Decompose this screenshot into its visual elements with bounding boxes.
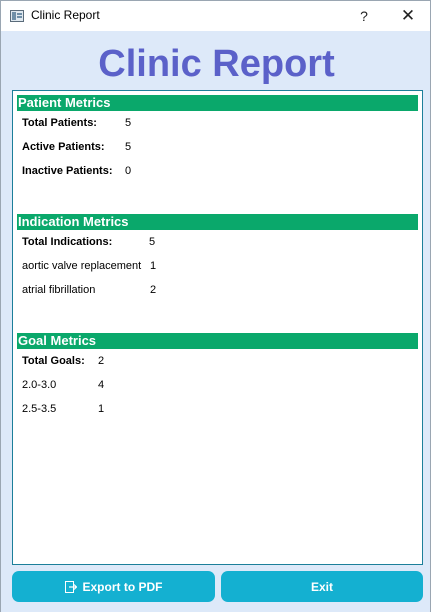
indication-value: 1 [150,260,157,272]
goal-value: 4 [98,379,105,391]
window-icon [10,10,24,22]
total-indications-value: 5 [149,236,156,248]
close-button[interactable]: ✕ [393,4,423,28]
help-button[interactable]: ? [351,4,377,28]
indication-label: aortic valve replacement [22,260,142,272]
indication-metrics-header: Indication Metrics [17,214,418,230]
exit-button[interactable]: Exit [221,571,423,602]
export-icon [64,580,77,593]
indication-label: atrial fibrillation [22,284,96,296]
active-patients-value: 5 [125,141,132,153]
total-goals-value: 2 [98,355,105,367]
export-to-pdf-button[interactable]: Export to PDF [12,571,215,602]
report-title: Clinic Report [98,43,335,85]
window-title: Clinic Report [31,8,100,22]
goal-label: 2.0-3.0 [22,379,57,391]
total-patients-value: 5 [125,117,132,129]
indication-value: 2 [150,284,157,296]
total-indications-label: Total Indications: [22,236,113,248]
inactive-patients-label: Inactive Patients: [22,165,113,177]
exit-button-label: Exit [310,579,333,594]
inactive-patients-value: 0 [125,165,132,177]
total-goals-label: Total Goals: [22,355,85,367]
patient-metrics-header: Patient Metrics [17,95,418,111]
goal-metrics-header: Goal Metrics [17,333,418,349]
window-client: Clinic Report Patient Metrics Total Pati… [0,31,431,612]
goal-value: 1 [98,403,105,415]
goal-label: 2.5-3.5 [22,403,57,415]
total-patients-label: Total Patients: [22,117,97,129]
export-button-label: Export to PDF [82,579,163,594]
metrics-panel: Patient Metrics Total Patients: 5 Active… [12,90,423,565]
title-bar: Clinic Report ? ✕ [0,0,431,31]
active-patients-label: Active Patients: [22,141,105,153]
